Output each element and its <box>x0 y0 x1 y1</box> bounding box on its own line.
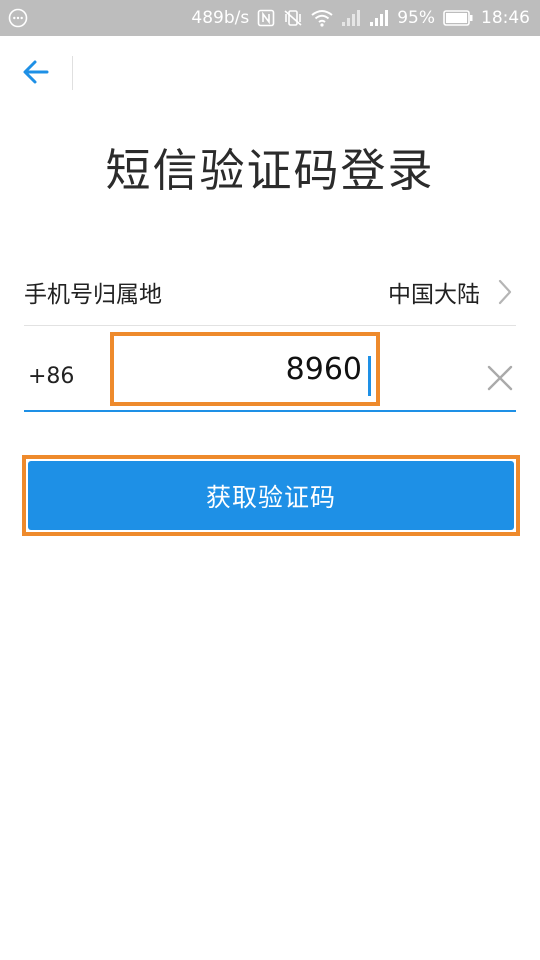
notification-dots-icon <box>8 8 28 33</box>
battery-icon <box>443 10 473 26</box>
wifi-icon <box>311 9 333 27</box>
region-selector[interactable]: 手机号归属地 中国大陆 <box>24 258 516 326</box>
clear-button[interactable] <box>484 362 516 394</box>
phone-number-input[interactable] <box>110 332 380 406</box>
page-title: 短信验证码登录 <box>105 144 435 197</box>
battery-percent: 95% <box>397 8 435 28</box>
get-code-button[interactable]: 获取验证码 <box>28 461 514 530</box>
vibrate-icon <box>283 9 303 27</box>
get-code-button-frame: 获取验证码 <box>22 455 520 536</box>
status-bar: 489b/s 95% 18:46 <box>0 0 540 36</box>
back-button[interactable] <box>18 54 54 90</box>
chevron-right-icon <box>496 278 514 310</box>
nfc-icon <box>257 9 275 27</box>
phone-input-row: +86 <box>24 328 516 412</box>
clock: 18:46 <box>481 8 530 28</box>
signal-weak-icon <box>341 9 361 27</box>
country-code: +86 <box>28 364 75 389</box>
network-speed: 489b/s <box>191 8 250 28</box>
top-bar <box>0 36 540 106</box>
region-value: 中国大陆 <box>388 281 480 308</box>
text-cursor <box>368 356 371 396</box>
region-label: 手机号归属地 <box>24 281 162 308</box>
signal-icon <box>369 9 389 27</box>
arrow-left-icon <box>23 60 49 84</box>
header-divider <box>72 56 73 90</box>
close-icon <box>487 365 513 391</box>
